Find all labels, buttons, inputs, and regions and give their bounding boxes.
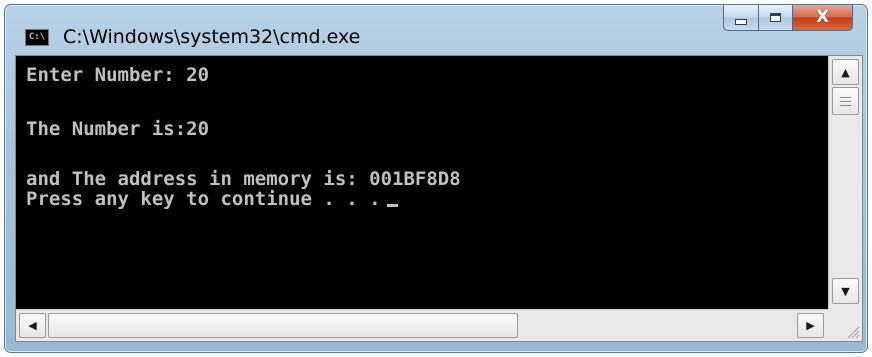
text-cursor	[386, 204, 398, 207]
console-line-address: and The address in memory is: 001BF8D8	[26, 168, 461, 190]
console-window: C:\ C:\Windows\system32\cmd.exe X Enter …	[4, 4, 868, 353]
console-line-enter-number: Enter Number: 20	[26, 64, 210, 86]
maximize-button[interactable]	[759, 5, 793, 31]
scroll-up-button[interactable]: ▲	[832, 59, 859, 85]
minimize-button[interactable]	[723, 5, 759, 31]
title-bar[interactable]: C:\ C:\Windows\system32\cmd.exe X	[5, 5, 867, 55]
resize-grip-icon	[847, 326, 860, 339]
close-icon: X	[815, 7, 830, 27]
down-arrow-icon: ▼	[841, 284, 850, 298]
left-arrow-icon: ◀	[28, 319, 37, 332]
scroll-left-button[interactable]: ◀	[19, 313, 46, 338]
resize-grip[interactable]	[828, 309, 862, 341]
grip-lines-icon	[840, 96, 851, 106]
up-arrow-icon: ▲	[841, 65, 850, 79]
cmd-icon[interactable]: C:\	[25, 29, 49, 46]
scroll-down-button[interactable]: ▼	[832, 278, 859, 304]
window-title: C:\Windows\system32\cmd.exe	[63, 26, 361, 48]
caption-buttons: X	[723, 5, 853, 33]
right-arrow-icon: ▶	[806, 319, 815, 332]
vertical-scroll-thumb[interactable]	[832, 87, 859, 115]
console-line-press-key: Press any key to continue . . .	[26, 189, 398, 209]
scroll-right-button[interactable]: ▶	[797, 313, 824, 338]
horizontal-scrollbar[interactable]: ◀ ▶	[16, 309, 828, 341]
maximize-icon	[770, 13, 781, 22]
console-output[interactable]: Enter Number: 20 The Number is:20 and Th…	[16, 56, 828, 309]
close-button[interactable]: X	[793, 5, 853, 31]
press-key-text: Press any key to continue . . .	[26, 188, 381, 210]
client-area: Enter Number: 20 The Number is:20 and Th…	[15, 55, 863, 342]
minimize-icon	[735, 18, 747, 25]
vertical-scrollbar[interactable]: ▲ ▼	[828, 56, 862, 309]
horizontal-scroll-thumb[interactable]	[48, 313, 518, 338]
console-line-number-is: The Number is:20	[26, 118, 210, 140]
